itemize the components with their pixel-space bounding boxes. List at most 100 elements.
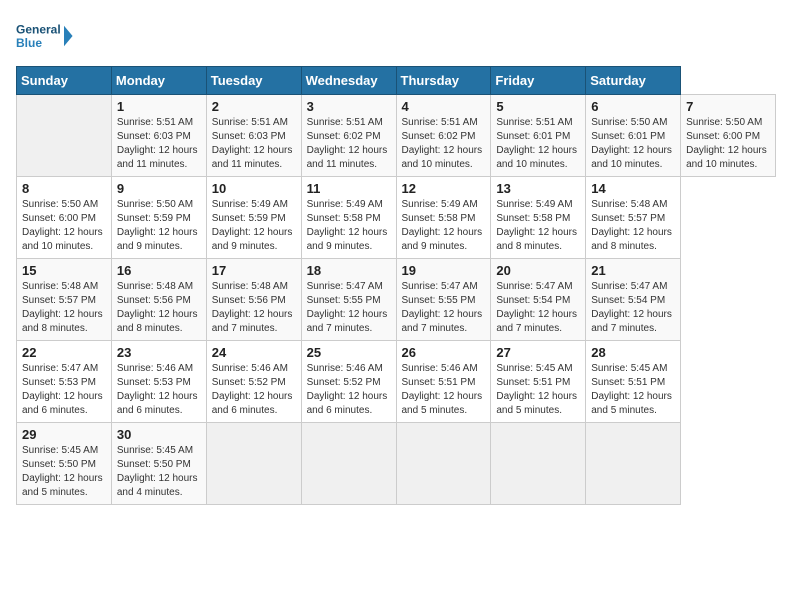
day-detail: Sunrise: 5:51 AMSunset: 6:02 PMDaylight:… [307, 116, 391, 172]
day-number: 27 [496, 345, 580, 360]
calendar-cell: 5 Sunrise: 5:51 AMSunset: 6:01 PMDaylight… [491, 95, 586, 177]
day-number: 5 [496, 99, 580, 114]
calendar-cell: 12Sunrise: 5:49 AMSunset: 5:58 PMDayligh… [396, 177, 491, 259]
day-number: 23 [117, 345, 201, 360]
day-detail: Sunrise: 5:46 AMSunset: 5:52 PMDaylight:… [307, 362, 391, 418]
day-number: 14 [591, 181, 675, 196]
day-detail: Sunrise: 5:51 AMSunset: 6:02 PMDaylight:… [402, 116, 486, 172]
calendar-cell: 29 Sunrise: 5:45 AMSunset: 5:50 PMDayligh… [17, 423, 112, 505]
calendar-cell [586, 423, 681, 505]
day-header-thursday: Thursday [396, 67, 491, 95]
calendar-cell [491, 423, 586, 505]
calendar-table: SundayMondayTuesdayWednesdayThursdayFrid… [16, 66, 776, 505]
calendar-cell: 7 Sunrise: 5:50 AMSunset: 6:00 PMDaylight… [681, 95, 776, 177]
calendar-cell [301, 423, 396, 505]
day-detail: Sunrise: 5:45 AMSunset: 5:51 PMDaylight:… [591, 362, 675, 418]
day-number: 9 [117, 181, 201, 196]
logo: General Blue [16, 16, 76, 56]
calendar-week-row: 8Sunrise: 5:50 AMSunset: 6:00 PMDaylight… [17, 177, 776, 259]
day-number: 13 [496, 181, 580, 196]
day-detail: Sunrise: 5:51 AMSunset: 6:01 PMDaylight:… [496, 116, 580, 172]
calendar-cell: 24 Sunrise: 5:46 AMSunset: 5:52 PMDayligh… [206, 341, 301, 423]
calendar-cell: 21 Sunrise: 5:47 AMSunset: 5:54 PMDayligh… [586, 259, 681, 341]
day-number: 18 [307, 263, 391, 278]
calendar-cell: 19Sunrise: 5:47 AMSunset: 5:55 PMDayligh… [396, 259, 491, 341]
day-detail: Sunrise: 5:47 AMSunset: 5:55 PMDaylight:… [402, 280, 486, 336]
day-detail: Sunrise: 5:51 AMSunset: 6:03 PMDaylight:… [117, 116, 201, 172]
page-header: General Blue [16, 16, 776, 56]
day-detail: Sunrise: 5:50 AMSunset: 6:01 PMDaylight:… [591, 116, 675, 172]
day-number: 25 [307, 345, 391, 360]
day-number: 26 [402, 345, 486, 360]
day-number: 17 [212, 263, 296, 278]
day-number: 16 [117, 263, 201, 278]
logo-svg: General Blue [16, 16, 76, 56]
calendar-week-row: 29 Sunrise: 5:45 AMSunset: 5:50 PMDayligh… [17, 423, 776, 505]
day-detail: Sunrise: 5:49 AMSunset: 5:58 PMDaylight:… [307, 198, 391, 254]
day-detail: Sunrise: 5:50 AMSunset: 5:59 PMDaylight:… [117, 198, 201, 254]
day-detail: Sunrise: 5:45 AMSunset: 5:50 PMDaylight:… [117, 444, 201, 500]
calendar-week-row: 1 Sunrise: 5:51 AMSunset: 6:03 PMDaylight… [17, 95, 776, 177]
calendar-cell: 28 Sunrise: 5:45 AMSunset: 5:51 PMDayligh… [586, 341, 681, 423]
calendar-cell: 3 Sunrise: 5:51 AMSunset: 6:02 PMDaylight… [301, 95, 396, 177]
day-number: 2 [212, 99, 296, 114]
calendar-cell: 23 Sunrise: 5:46 AMSunset: 5:53 PMDayligh… [111, 341, 206, 423]
day-detail: Sunrise: 5:46 AMSunset: 5:52 PMDaylight:… [212, 362, 296, 418]
day-number: 11 [307, 181, 391, 196]
day-detail: Sunrise: 5:48 AMSunset: 5:56 PMDaylight:… [117, 280, 201, 336]
calendar-cell: 6Sunrise: 5:50 AMSunset: 6:01 PMDaylight… [586, 95, 681, 177]
day-header-saturday: Saturday [586, 67, 681, 95]
day-header-wednesday: Wednesday [301, 67, 396, 95]
day-number: 10 [212, 181, 296, 196]
calendar-cell: 17 Sunrise: 5:48 AMSunset: 5:56 PMDayligh… [206, 259, 301, 341]
day-header-sunday: Sunday [17, 67, 112, 95]
day-number: 4 [402, 99, 486, 114]
calendar-week-row: 15 Sunrise: 5:48 AMSunset: 5:57 PMDayligh… [17, 259, 776, 341]
day-detail: Sunrise: 5:45 AMSunset: 5:50 PMDaylight:… [22, 444, 106, 500]
day-detail: Sunrise: 5:47 AMSunset: 5:55 PMDaylight:… [307, 280, 391, 336]
day-number: 1 [117, 99, 201, 114]
calendar-cell: 22 Sunrise: 5:47 AMSunset: 5:53 PMDayligh… [17, 341, 112, 423]
calendar-cell: 26Sunrise: 5:46 AMSunset: 5:51 PMDayligh… [396, 341, 491, 423]
calendar-cell: 1 Sunrise: 5:51 AMSunset: 6:03 PMDaylight… [111, 95, 206, 177]
day-header-tuesday: Tuesday [206, 67, 301, 95]
day-number: 8 [22, 181, 106, 196]
day-number: 30 [117, 427, 201, 442]
day-number: 7 [686, 99, 770, 114]
calendar-cell: 30 Sunrise: 5:45 AMSunset: 5:50 PMDayligh… [111, 423, 206, 505]
day-number: 28 [591, 345, 675, 360]
day-number: 22 [22, 345, 106, 360]
calendar-cell: 20 Sunrise: 5:47 AMSunset: 5:54 PMDayligh… [491, 259, 586, 341]
calendar-header-row: SundayMondayTuesdayWednesdayThursdayFrid… [17, 67, 776, 95]
day-detail: Sunrise: 5:45 AMSunset: 5:51 PMDaylight:… [496, 362, 580, 418]
day-detail: Sunrise: 5:47 AMSunset: 5:53 PMDaylight:… [22, 362, 106, 418]
day-detail: Sunrise: 5:49 AMSunset: 5:58 PMDaylight:… [496, 198, 580, 254]
day-number: 15 [22, 263, 106, 278]
day-number: 24 [212, 345, 296, 360]
day-detail: Sunrise: 5:48 AMSunset: 5:57 PMDaylight:… [22, 280, 106, 336]
calendar-cell: 25 Sunrise: 5:46 AMSunset: 5:52 PMDayligh… [301, 341, 396, 423]
calendar-cell: 18 Sunrise: 5:47 AMSunset: 5:55 PMDayligh… [301, 259, 396, 341]
calendar-week-row: 22 Sunrise: 5:47 AMSunset: 5:53 PMDayligh… [17, 341, 776, 423]
calendar-cell: 27 Sunrise: 5:45 AMSunset: 5:51 PMDayligh… [491, 341, 586, 423]
calendar-cell: 9 Sunrise: 5:50 AMSunset: 5:59 PMDaylight… [111, 177, 206, 259]
day-detail: Sunrise: 5:49 AMSunset: 5:59 PMDaylight:… [212, 198, 296, 254]
day-number: 29 [22, 427, 106, 442]
calendar-cell: 13 Sunrise: 5:49 AMSunset: 5:58 PMDayligh… [491, 177, 586, 259]
day-number: 12 [402, 181, 486, 196]
day-header-monday: Monday [111, 67, 206, 95]
day-detail: Sunrise: 5:48 AMSunset: 5:56 PMDaylight:… [212, 280, 296, 336]
day-number: 21 [591, 263, 675, 278]
day-detail: Sunrise: 5:46 AMSunset: 5:53 PMDaylight:… [117, 362, 201, 418]
day-detail: Sunrise: 5:50 AMSunset: 6:00 PMDaylight:… [686, 116, 770, 172]
calendar-cell [396, 423, 491, 505]
calendar-cell: 2Sunrise: 5:51 AMSunset: 6:03 PMDaylight… [206, 95, 301, 177]
calendar-cell: 4 Sunrise: 5:51 AMSunset: 6:02 PMDaylight… [396, 95, 491, 177]
day-detail: Sunrise: 5:47 AMSunset: 5:54 PMDaylight:… [591, 280, 675, 336]
calendar-cell: 15 Sunrise: 5:48 AMSunset: 5:57 PMDayligh… [17, 259, 112, 341]
day-number: 3 [307, 99, 391, 114]
calendar-cell [206, 423, 301, 505]
day-detail: Sunrise: 5:47 AMSunset: 5:54 PMDaylight:… [496, 280, 580, 336]
day-number: 20 [496, 263, 580, 278]
day-detail: Sunrise: 5:48 AMSunset: 5:57 PMDaylight:… [591, 198, 675, 254]
